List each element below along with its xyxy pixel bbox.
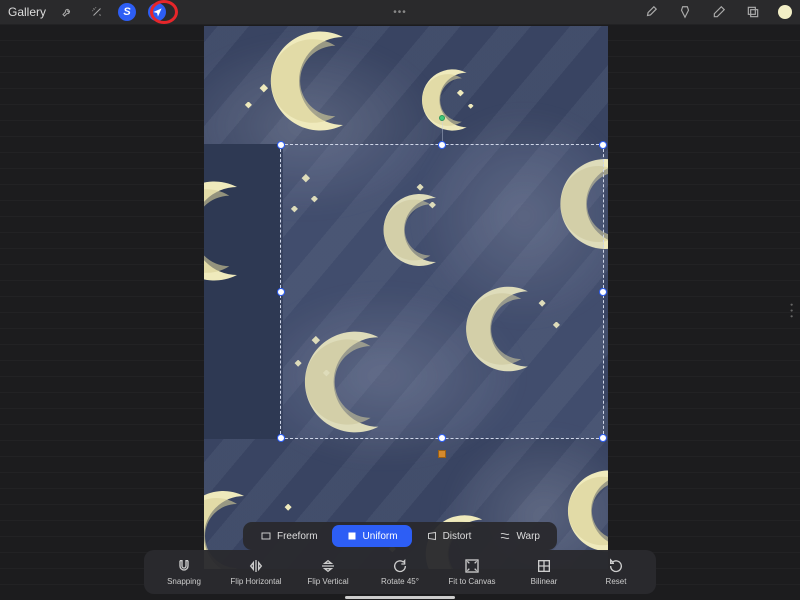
brush-icon[interactable]	[642, 3, 660, 21]
anchor-point[interactable]	[438, 450, 446, 458]
action-flip-vertical[interactable]: Flip Vertical	[292, 554, 364, 590]
action-rotate-45[interactable]: Rotate 45°	[364, 554, 436, 590]
wand-icon[interactable]	[88, 3, 106, 21]
moon-shape	[204, 176, 270, 286]
resize-handle-ml[interactable]	[277, 288, 285, 296]
star-shape	[466, 104, 474, 112]
mode-uniform[interactable]: Uniform	[332, 525, 412, 547]
mode-warp[interactable]: Warp	[485, 525, 554, 547]
action-reset[interactable]: Reset	[580, 554, 652, 590]
rotation-stem	[442, 121, 443, 141]
action-snapping[interactable]: Snapping	[148, 554, 220, 590]
resize-handle-bl[interactable]	[277, 434, 285, 442]
rotation-handle[interactable]	[439, 115, 445, 121]
resize-handle-tr[interactable]	[599, 141, 607, 149]
resize-handle-mr[interactable]	[599, 288, 607, 296]
resize-handle-br[interactable]	[599, 434, 607, 442]
mode-freeform[interactable]: Freeform	[246, 525, 332, 547]
transform-tool-button[interactable]	[148, 3, 166, 21]
resize-handle-tm[interactable]	[438, 141, 446, 149]
mode-distort[interactable]: Distort	[412, 525, 486, 547]
star-shape	[454, 90, 464, 100]
layers-icon[interactable]	[744, 3, 762, 21]
action-interpolation[interactable]: Bilinear	[508, 554, 580, 590]
star-shape	[254, 84, 268, 98]
side-drag-handle[interactable]: •••	[787, 303, 796, 320]
wrench-icon[interactable]	[58, 3, 76, 21]
action-fit-canvas[interactable]: Fit to Canvas	[436, 554, 508, 590]
action-flip-horizontal[interactable]: Flip Horizontal	[220, 554, 292, 590]
workspace: Freeform Uniform Distort Warp Snapping F…	[0, 24, 800, 600]
top-toolbar: Gallery S •••	[0, 0, 800, 24]
transform-selection[interactable]	[280, 144, 604, 439]
moon-shape	[564, 466, 608, 556]
star-shape	[242, 102, 252, 112]
resize-handle-tl[interactable]	[277, 141, 285, 149]
resize-handle-bm[interactable]	[438, 434, 446, 442]
gallery-button[interactable]: Gallery	[8, 5, 46, 19]
transform-mode-bar: Freeform Uniform Distort Warp	[243, 522, 557, 550]
transform-action-bar: Snapping Flip Horizontal Flip Vertical R…	[144, 550, 656, 594]
drag-handle-icon[interactable]: •••	[393, 7, 407, 18]
moon-shape	[419, 66, 487, 134]
canvas[interactable]	[204, 26, 608, 569]
color-swatch[interactable]	[778, 5, 792, 19]
eraser-icon[interactable]	[710, 3, 728, 21]
smudge-icon[interactable]	[676, 3, 694, 21]
star-shape	[280, 504, 292, 516]
moon-shape	[266, 26, 376, 136]
selection-tool-button[interactable]: S	[118, 3, 136, 21]
home-indicator	[345, 596, 455, 599]
